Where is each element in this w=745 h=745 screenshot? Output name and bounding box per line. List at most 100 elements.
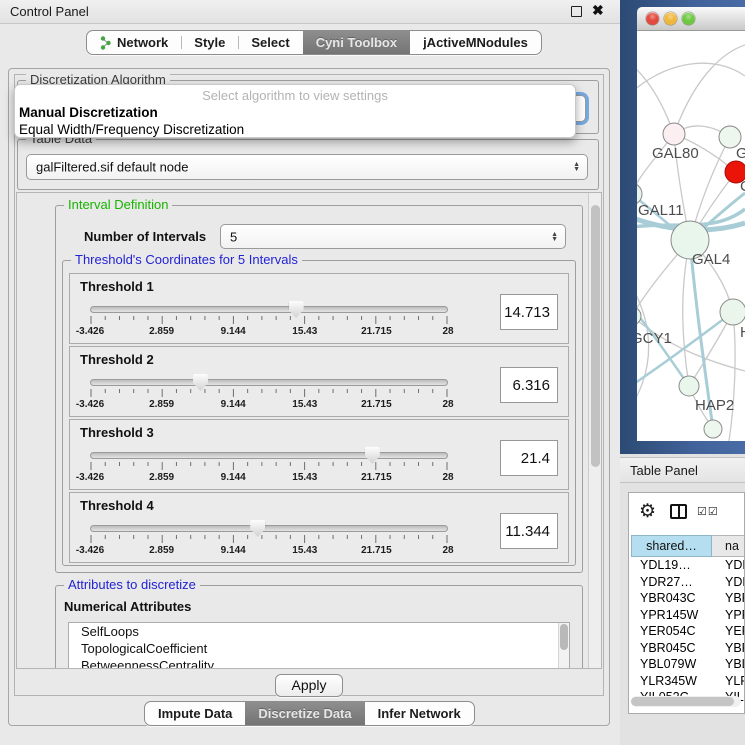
network-node-gal80[interactable] [663,123,685,145]
network-canvas[interactable]: GAL80G.CGAL11GAL4GCY1HHAP2 [637,31,745,441]
dropdown-placeholder-item[interactable]: Select algorithm to view settings [15,88,575,104]
combobox-spinner-icon[interactable]: ▲▼ [573,162,580,172]
threshold-value-field[interactable]: 11.344 [500,513,558,549]
cell-shared-name[interactable]: YBR043C [631,590,712,607]
cell-name[interactable]: YDR27… [712,574,745,591]
tick-label: 21.715 [361,399,392,410]
attribute-list-item[interactable]: SelfLoops [69,623,569,640]
threshold-value-field[interactable]: 14.713 [500,294,558,330]
cell-shared-name[interactable]: YER054C [631,623,712,640]
tab-jactivemnodules[interactable]: jActiveMNodules [410,31,541,54]
slider-track[interactable] [90,306,448,313]
algorithm-dropdown-popup: Select algorithm to view settings Manual… [14,84,576,138]
settings-scrollbar-thumb[interactable] [591,205,600,467]
attributes-scrollbar[interactable] [558,623,569,669]
tick-label: 28 [442,326,453,337]
table-row[interactable]: YPR145WYPR145W [631,607,745,624]
tab-style[interactable]: Style [181,31,238,54]
network-node-hap2[interactable] [679,376,699,396]
table-horizontal-scrollbar[interactable] [631,696,741,707]
thresholds-group: Threshold's Coordinates for 5 Intervals … [62,260,576,566]
control-panel-titlebar: Control Panel ✖ [0,0,620,24]
table-data-combobox[interactable]: galFiltered.sif default node ▲▼ [26,154,588,180]
column-header-shared-name[interactable]: shared… [631,535,712,557]
settings-scrollpane: Interval Definition Number of Intervals … [16,192,602,669]
cell-name[interactable]: YBR043C [712,590,745,607]
attributes-scrollbar-thumb[interactable] [560,624,568,650]
tab-select[interactable]: Select [238,31,302,54]
apply-button[interactable]: Apply [275,674,343,697]
tick-label: -3.426 [76,399,104,410]
settings-vertical-scrollbar[interactable] [588,193,601,668]
network-edge[interactable] [683,240,690,386]
float-icon[interactable] [571,6,582,17]
threshold-slider[interactable]: -3.4262.8599.14415.4321.71528 [90,450,448,480]
dropdown-item-equal-width-frequency[interactable]: Equal Width/Frequency Discretization [15,121,575,138]
cell-shared-name[interactable]: YLR345W [631,673,712,690]
tick-label: -3.426 [76,326,104,337]
threshold-value-field[interactable]: 21.4 [500,440,558,476]
table-row[interactable]: YBR043CYBR043C [631,590,745,607]
node-table: shared… na YDL19…YDL19…YDR27…YDR27…YBR04… [631,535,745,706]
cell-shared-name[interactable]: YBL079W [631,656,712,673]
table-row[interactable]: YER054CYER054C [631,623,745,640]
threshold-slider[interactable]: -3.4262.8599.14415.4321.71528 [90,377,448,407]
select-checkboxes-icon[interactable]: ☑☑ [697,505,719,518]
cell-shared-name[interactable]: YPR145W [631,607,712,624]
tab-network[interactable]: Network [87,31,181,54]
cell-name[interactable]: YDL19… [712,557,745,574]
table-panel-titlebar: Table Panel [620,457,745,483]
cell-name[interactable]: YBL079W [712,656,745,673]
tab-impute-data[interactable]: Impute Data [145,702,245,725]
table-row[interactable]: YBL079WYBL079W [631,656,745,673]
table-row[interactable]: YDL19…YDL19… [631,557,745,574]
table-row[interactable]: YBR045CYBR045C [631,640,745,657]
network-node-h[interactable] [720,299,745,325]
cell-name[interactable]: YLR345W [712,673,745,690]
cell-name[interactable]: YBR045C [712,640,745,657]
mac-close-button[interactable] [646,12,659,25]
slider-tick-labels: -3.4262.8599.14415.4321.71528 [90,545,448,557]
tab-infer-network[interactable]: Infer Network [365,702,474,725]
table-hscrollbar-thumb[interactable] [631,697,734,706]
column-header-name[interactable]: na [712,535,745,557]
attribute-items: SelfLoopsTopologicalCoefficientBetweenne… [69,623,569,669]
mac-zoom-button[interactable] [682,12,695,25]
columns-icon[interactable] [670,504,687,519]
table-row[interactable]: YDR27…YDR27… [631,574,745,591]
attribute-list-item[interactable]: BetweennessCentrality [69,657,569,669]
mac-minimize-button[interactable] [664,12,677,25]
network-node[interactable] [704,420,722,438]
tab-cyni-toolbox[interactable]: Cyni Toolbox [303,31,410,54]
threshold-value-field[interactable]: 6.316 [500,367,558,403]
slider-track[interactable] [90,379,448,386]
attribute-list-item[interactable]: TopologicalCoefficient [69,640,569,657]
cell-shared-name[interactable]: YDR27… [631,574,712,591]
slider-track[interactable] [90,452,448,459]
cell-shared-name[interactable]: YDL19… [631,557,712,574]
tick-label: 9.144 [221,472,246,483]
slider-track[interactable] [90,525,448,532]
number-of-intervals-combobox[interactable]: 5 ▲▼ [220,224,566,249]
combobox-spinner-icon[interactable]: ▲▼ [551,232,558,242]
dropdown-item-manual-discretization[interactable]: Manual Discretization [15,104,575,121]
gear-icon[interactable]: ⚙ [639,500,656,523]
threshold-label: Threshold 3 [80,425,154,440]
table-row[interactable]: YLR345WYLR345W [631,673,745,690]
tick-label: 21.715 [361,472,392,483]
close-icon[interactable]: ✖ [592,2,604,19]
cell-name[interactable]: YPR145W [712,607,745,624]
panel-title: Control Panel [10,4,89,19]
network-edge[interactable] [729,312,735,441]
numerical-attributes-list[interactable]: SelfLoopsTopologicalCoefficientBetweenne… [68,622,570,669]
attributes-group-title: Attributes to discretize [64,578,200,592]
tab-discretize-data[interactable]: Discretize Data [245,702,364,725]
network-window-titlebar[interactable] [637,7,745,31]
cell-name[interactable]: YER054C [712,623,745,640]
cell-shared-name[interactable]: YBR045C [631,640,712,657]
threshold-slider[interactable]: -3.4262.8599.14415.4321.71528 [90,523,448,553]
tab-impute-data-label: Impute Data [158,706,232,721]
tick-label: 15.43 [292,545,317,556]
threshold-slider[interactable]: -3.4262.8599.14415.4321.71528 [90,304,448,334]
network-edge[interactable] [674,45,745,134]
